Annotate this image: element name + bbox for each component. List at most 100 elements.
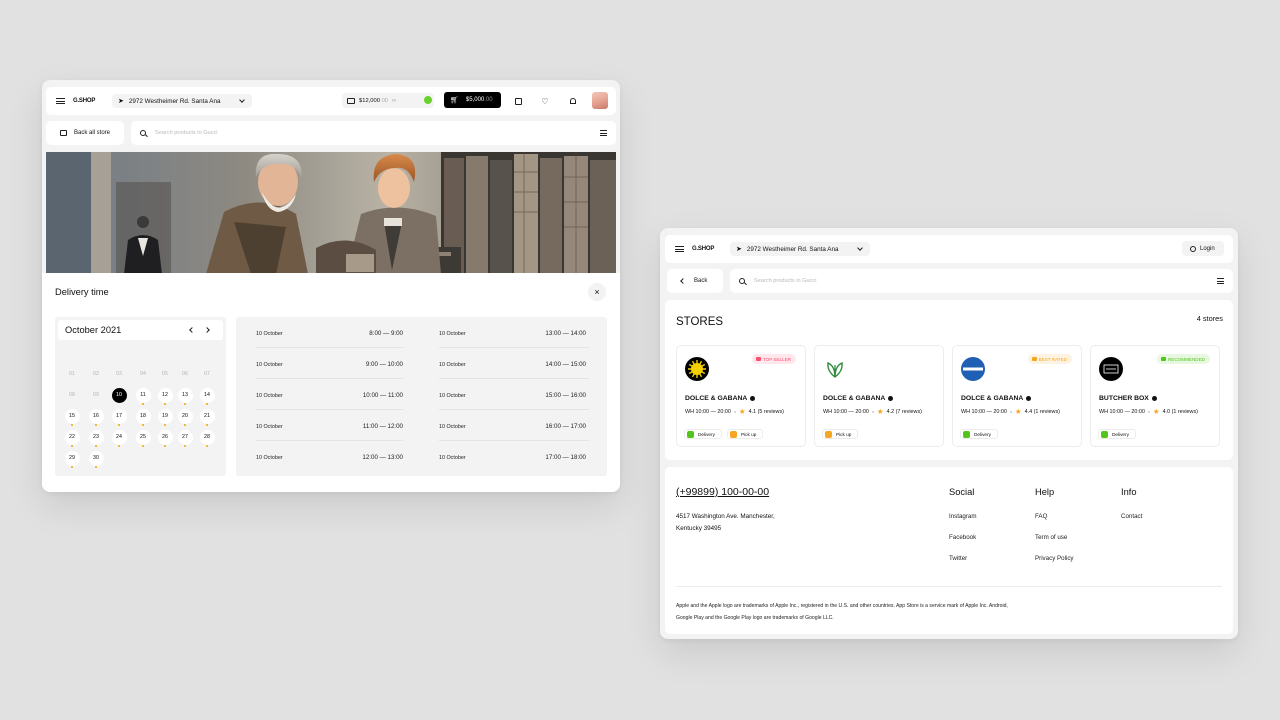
time-slot-time[interactable]: 12:00 — 13:00 — [322, 454, 403, 461]
footer-help-title: Help — [1035, 487, 1055, 497]
footer-address-line1: 4517 Washington Ave. Manchester, — [676, 513, 775, 520]
star-icon: ★ — [1014, 407, 1022, 416]
bag-icon — [825, 430, 832, 438]
store-name-row: DOLCE & GABANA — [961, 395, 1032, 402]
time-slot-divider — [439, 440, 589, 441]
meta-separator — [733, 410, 736, 413]
tag-label: Delivery — [1112, 431, 1129, 437]
tag-label: Pick up — [836, 431, 852, 437]
time-slot-time[interactable]: 14:00 — 15:00 — [505, 361, 586, 368]
footer-info-title: Info — [1121, 487, 1137, 497]
store-name-row: DOLCE & GABANA — [685, 395, 756, 402]
store-logo-icon — [685, 357, 709, 381]
time-slot-date[interactable]: 10 October — [439, 393, 466, 399]
time-slot-date[interactable]: 10 October — [256, 331, 283, 337]
delivery-tag: Delivery — [1098, 429, 1136, 439]
store-tags: Delivery Pick up — [684, 429, 764, 439]
footer-link-privacy[interactable]: Privacy Policy — [1035, 555, 1074, 562]
tag-label: Pick up — [740, 431, 757, 437]
time-slot-date[interactable]: 10 October — [439, 362, 466, 368]
time-slot-date[interactable]: 10 October — [256, 455, 283, 461]
pickup-tag: Pick up — [822, 429, 859, 439]
store-name-row: DOLCE & GABANA — [823, 395, 894, 402]
store-logo-icon — [1099, 357, 1123, 381]
store-badge: RECOMMENDED — [1156, 354, 1210, 364]
time-slot-divider — [256, 347, 403, 348]
footer-link-twitter[interactable]: Twitter — [949, 555, 967, 562]
store-name-row: BUTCHER BOX — [1099, 395, 1157, 402]
time-slot-time[interactable]: 15:00 — 16:00 — [505, 392, 586, 399]
footer-link-contact[interactable]: Contact — [1121, 513, 1142, 520]
verified-icon — [1026, 396, 1032, 401]
store-rating: 4.4 (1 reviews) — [1024, 408, 1060, 415]
truck-icon — [963, 430, 970, 438]
time-slot-time[interactable]: 9:00 — 10:00 — [322, 361, 403, 368]
store-meta: WH 10:00 — 20:00 ★ 4.4 (1 reviews) — [961, 408, 1060, 416]
store-rating: 4.1 (5 reviews) — [748, 408, 784, 415]
time-slot-date[interactable]: 10 October — [439, 424, 466, 430]
time-slot-time[interactable]: 17:00 — 18:00 — [505, 454, 586, 461]
footer-phone[interactable]: (+99899) 100-00-00 — [676, 486, 769, 498]
time-slot-date[interactable]: 10 October — [256, 393, 283, 399]
verified-icon — [1151, 396, 1157, 401]
time-slot-divider — [256, 440, 403, 441]
store-card[interactable]: TOP SELLER DOLCE & GABANA WH 10:00 — 20:00… — [676, 345, 806, 447]
store-hours: WH 10:00 — 20:00 — [1099, 408, 1145, 415]
store-meta: WH 10:00 — 20:00 ★ 4.2 (7 reviews) — [823, 408, 922, 416]
footer-social-title: Social — [949, 487, 975, 497]
store-card[interactable]: DOLCE & GABANA WH 10:00 — 20:00 ★ 4.2 (7 re… — [814, 345, 944, 447]
footer-legal-line2: Google Play and the Google Play logo are… — [676, 615, 834, 621]
badge-icon — [755, 357, 761, 361]
store-card[interactable]: RECOMMENDED BUTCHER BOX WH 10:00 — 20:00 ★ 4… — [1090, 345, 1220, 447]
time-slot-date[interactable]: 10 October — [256, 424, 283, 430]
store-meta: WH 10:00 — 20:00 ★ 4.1 (5 reviews) — [685, 408, 784, 416]
time-slot-divider — [439, 409, 589, 410]
store-card[interactable]: BEST RATED DOLCE & GABANA WH 10:00 — 20:00… — [952, 345, 1082, 447]
stores-window: G.SHOP ➤ 2972 Westheimer Rd. Santa Ana L… — [660, 228, 1238, 639]
time-slot-time[interactable]: 16:00 — 17:00 — [505, 423, 586, 430]
footer-legal-line1: Apple and the Apple logo are trademarks … — [676, 603, 1008, 609]
badge-icon — [1160, 357, 1166, 361]
time-slot-date[interactable]: 10 October — [439, 331, 466, 337]
footer-link-facebook[interactable]: Facebook — [949, 534, 976, 541]
time-slot-date[interactable]: 10 October — [439, 455, 466, 461]
badge-icon — [1031, 357, 1037, 361]
star-icon: ★ — [738, 407, 746, 416]
footer-link-instagram[interactable]: Instagram — [949, 513, 977, 520]
store-tags: Pick up — [822, 429, 859, 439]
time-slot-time[interactable]: 8:00 — 9:00 — [322, 330, 403, 337]
footer-link-faq[interactable]: FAQ — [1035, 513, 1047, 520]
time-slot-divider — [439, 378, 589, 379]
footer-link-terms[interactable]: Term of use — [1035, 534, 1067, 541]
store-rating: 4.2 (7 reviews) — [886, 408, 922, 415]
delivery-time-panel: Delivery time × October 2021 MonTueWedTh… — [42, 273, 620, 492]
store-badge-label: BEST RATED — [1038, 356, 1067, 362]
store-name[interactable]: DOLCE & GABANA — [685, 395, 747, 402]
store-tags: Delivery — [1098, 429, 1136, 439]
verified-icon — [888, 396, 894, 401]
time-slot-time[interactable]: 10:00 — 11:00 — [322, 392, 403, 399]
store-meta: WH 10:00 — 20:00 ★ 4.0 (1 reviews) — [1099, 408, 1198, 416]
truck-icon — [687, 430, 694, 438]
store-badge: TOP SELLER — [751, 354, 796, 364]
star-icon: ★ — [876, 407, 884, 416]
time-slot-divider — [256, 409, 403, 410]
store-hours: WH 10:00 — 20:00 — [685, 408, 731, 415]
footer-address-line2: Kentucky 39495 — [676, 525, 722, 532]
time-slot-time[interactable]: 13:00 — 14:00 — [505, 330, 586, 337]
time-slot-date[interactable]: 10 October — [256, 362, 283, 368]
store-name[interactable]: BUTCHER BOX — [1099, 395, 1149, 402]
footer-divider — [676, 586, 1222, 587]
store-rating: 4.0 (1 reviews) — [1162, 408, 1198, 415]
time-slot-list: 10 October 8:00 — 9:00 10 October 9:00 — 10… — [42, 80, 620, 492]
verified-icon — [750, 396, 756, 401]
meta-separator — [1009, 410, 1012, 413]
store-hours: WH 10:00 — 20:00 — [961, 408, 1007, 415]
store-logo-icon — [823, 357, 847, 381]
store-name[interactable]: DOLCE & GABANA — [823, 395, 885, 402]
meta-separator — [871, 410, 874, 413]
delivery-tag: Delivery — [960, 429, 998, 439]
time-slot-time[interactable]: 11:00 — 12:00 — [322, 423, 403, 430]
delivery-tag: Delivery — [684, 429, 722, 439]
store-name[interactable]: DOLCE & GABANA — [961, 395, 1023, 402]
